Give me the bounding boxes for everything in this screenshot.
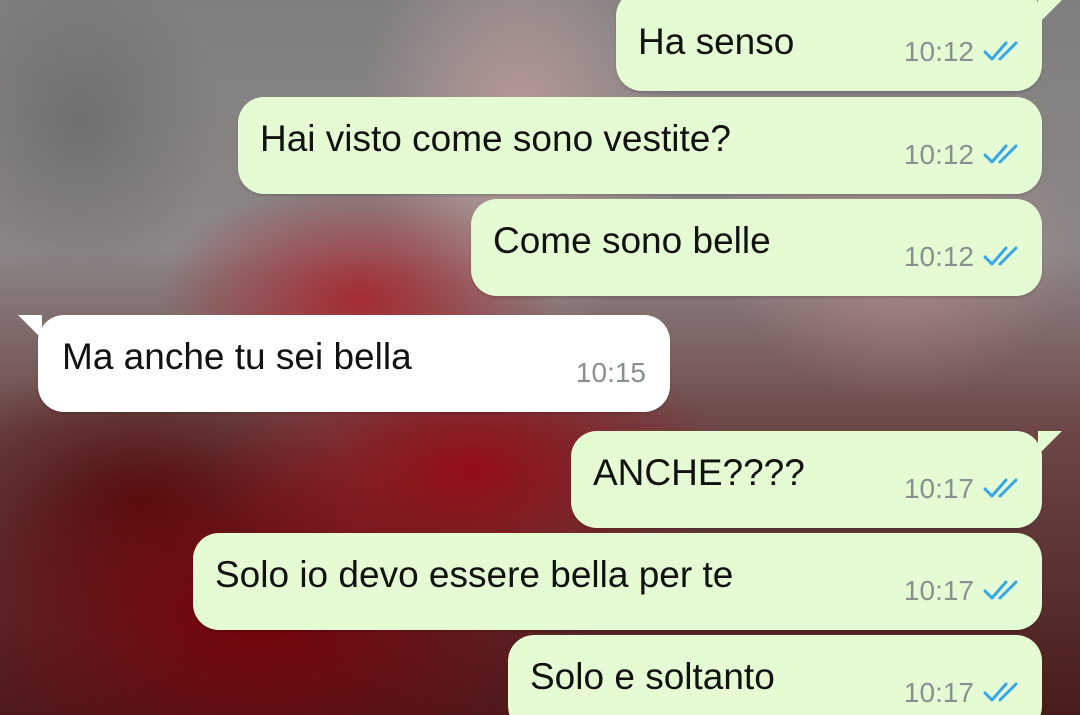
double-check-read-icon [983,682,1018,702]
message-text: Solo io devo essere bella per te [215,554,734,595]
double-check-read-icon [983,144,1018,164]
message-bubble-outgoing[interactable]: Hai visto come sono vestite? 10:12 [238,97,1042,194]
message-text: Come sono belle [493,220,771,261]
message-text: ANCHE???? [593,452,805,493]
message-bubble-outgoing[interactable]: Solo io devo essere bella per te 10:17 [193,533,1042,630]
double-check-read-icon [983,246,1018,266]
message-text: Ma anche tu sei bella [62,336,412,377]
message-time: 10:12 [903,36,974,67]
message-meta: 10:12 [904,235,1024,279]
message-time: 10:12 [903,241,974,272]
message-text: Hai visto come sono vestite? [260,118,731,159]
message-meta: 10:17 [904,671,1024,715]
double-check-read-icon [983,478,1018,498]
message-meta: 10:12 [904,30,1024,74]
message-meta: 10:12 [904,133,1024,177]
message-time: 10:12 [903,139,974,170]
message-meta: 10:17 [904,569,1024,613]
message-meta: 10:17 [904,467,1024,511]
message-bubble-outgoing[interactable]: ANCHE???? 10:17 [571,431,1062,528]
message-time: 10:17 [903,473,974,504]
message-time: 10:15 [575,357,646,388]
message-bubble-outgoing[interactable]: Come sono belle 10:12 [471,199,1042,296]
message-bubble-outgoing[interactable]: Solo e soltanto 10:17 [508,635,1042,715]
message-text: Solo e soltanto [530,656,775,697]
message-bubble-incoming[interactable]: Ma anche tu sei bella 10:15 [18,315,670,412]
message-bubble-outgoing[interactable]: Ha senso 10:12 [616,0,1062,91]
message-meta: 10:15 [576,351,646,395]
double-check-read-icon [983,580,1018,600]
message-time: 10:17 [903,575,974,606]
message-time: 10:17 [903,677,974,708]
message-text: Ha senso [638,21,795,62]
double-check-read-icon [983,41,1018,61]
